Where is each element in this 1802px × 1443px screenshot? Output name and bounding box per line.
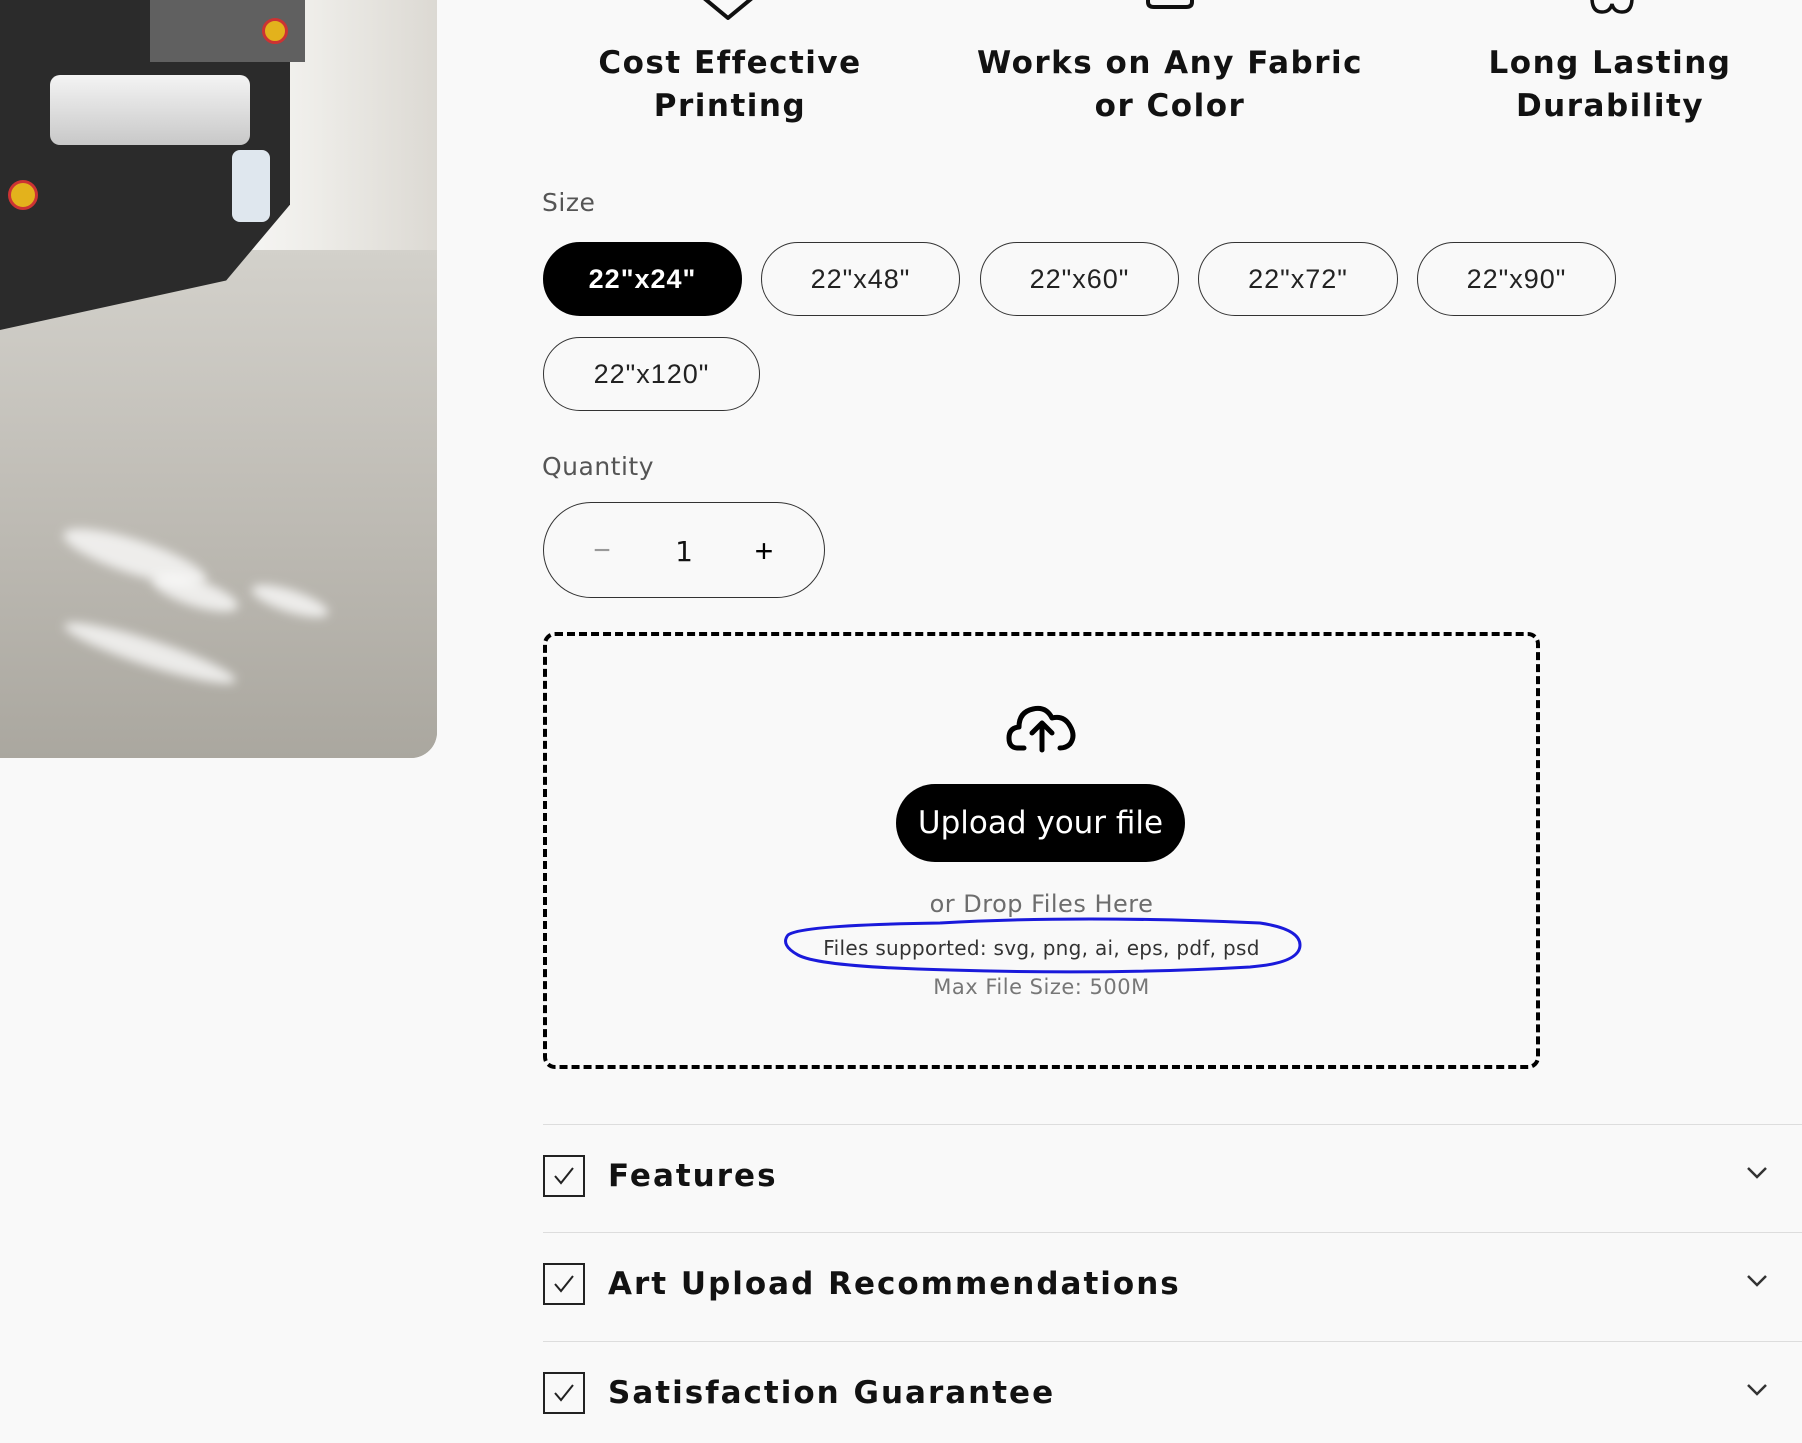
upload-file-button[interactable]: Upload your file bbox=[896, 784, 1185, 862]
accordion-art-upload-recommendations[interactable]: Art Upload Recommendations bbox=[543, 1238, 1802, 1334]
quantity-stepper: − 1 + bbox=[543, 502, 825, 598]
checkbox-icon bbox=[543, 1372, 585, 1414]
divider bbox=[543, 1124, 1802, 1125]
feature-durability: Long Lasting Durability bbox=[1460, 42, 1760, 128]
size-option-22x120[interactable]: 22"x120" bbox=[543, 337, 760, 411]
accordion-title: Features bbox=[608, 1158, 778, 1194]
accordion-features[interactable]: Features bbox=[543, 1130, 1802, 1226]
quantity-increase-button[interactable]: + bbox=[734, 521, 794, 581]
infinity-icon bbox=[1590, 0, 1634, 14]
accordion-title: Art Upload Recommendations bbox=[608, 1266, 1181, 1302]
tag-icon bbox=[703, 0, 753, 20]
size-option-22x72[interactable]: 22"x72" bbox=[1198, 242, 1398, 316]
size-option-22x60[interactable]: 22"x60" bbox=[980, 242, 1179, 316]
size-option-22x24[interactable]: 22"x24" bbox=[543, 242, 742, 316]
feature-line: Durability bbox=[1515, 88, 1705, 124]
quantity-label: Quantity bbox=[542, 452, 655, 481]
quantity-input[interactable]: 1 bbox=[654, 521, 714, 581]
divider bbox=[543, 1232, 1802, 1233]
checkbox-icon bbox=[543, 1155, 585, 1197]
checkbox-icon bbox=[543, 1263, 585, 1305]
shirt-icon bbox=[1146, 0, 1194, 9]
accordion-satisfaction-guarantee[interactable]: Satisfaction Guarantee bbox=[543, 1347, 1802, 1443]
product-image bbox=[0, 0, 437, 758]
emergency-stop-icon bbox=[8, 180, 38, 210]
feature-line: Long Lasting bbox=[1488, 45, 1732, 81]
printer-roll bbox=[50, 75, 250, 145]
chevron-down-icon bbox=[1747, 1275, 1767, 1287]
emergency-stop-icon bbox=[262, 18, 288, 44]
drop-files-text: or Drop Files Here bbox=[929, 890, 1154, 918]
feature-line: or Color bbox=[1094, 88, 1246, 124]
max-file-size-text: Max File Size: 500M bbox=[933, 975, 1150, 999]
chevron-down-icon bbox=[1747, 1384, 1767, 1396]
chevron-down-icon bbox=[1747, 1167, 1767, 1179]
cloud-upload-icon bbox=[1006, 705, 1076, 753]
annotation-circle bbox=[784, 917, 1302, 974]
feature-line: Works on Any Fabric bbox=[976, 45, 1363, 81]
size-label: Size bbox=[542, 188, 596, 217]
ink-bottle bbox=[232, 150, 270, 222]
size-option-22x90[interactable]: 22"x90" bbox=[1417, 242, 1616, 316]
accordion-title: Satisfaction Guarantee bbox=[608, 1375, 1056, 1411]
divider bbox=[543, 1341, 1802, 1342]
quantity-decrease-button[interactable]: − bbox=[572, 521, 632, 581]
feature-cost-effective: Cost Effective Printing bbox=[580, 42, 880, 128]
feature-line: Cost Effective bbox=[598, 45, 862, 81]
feature-any-fabric: Works on Any Fabric or Color bbox=[960, 42, 1380, 128]
size-option-22x48[interactable]: 22"x48" bbox=[761, 242, 960, 316]
feature-line: Printing bbox=[653, 88, 807, 124]
